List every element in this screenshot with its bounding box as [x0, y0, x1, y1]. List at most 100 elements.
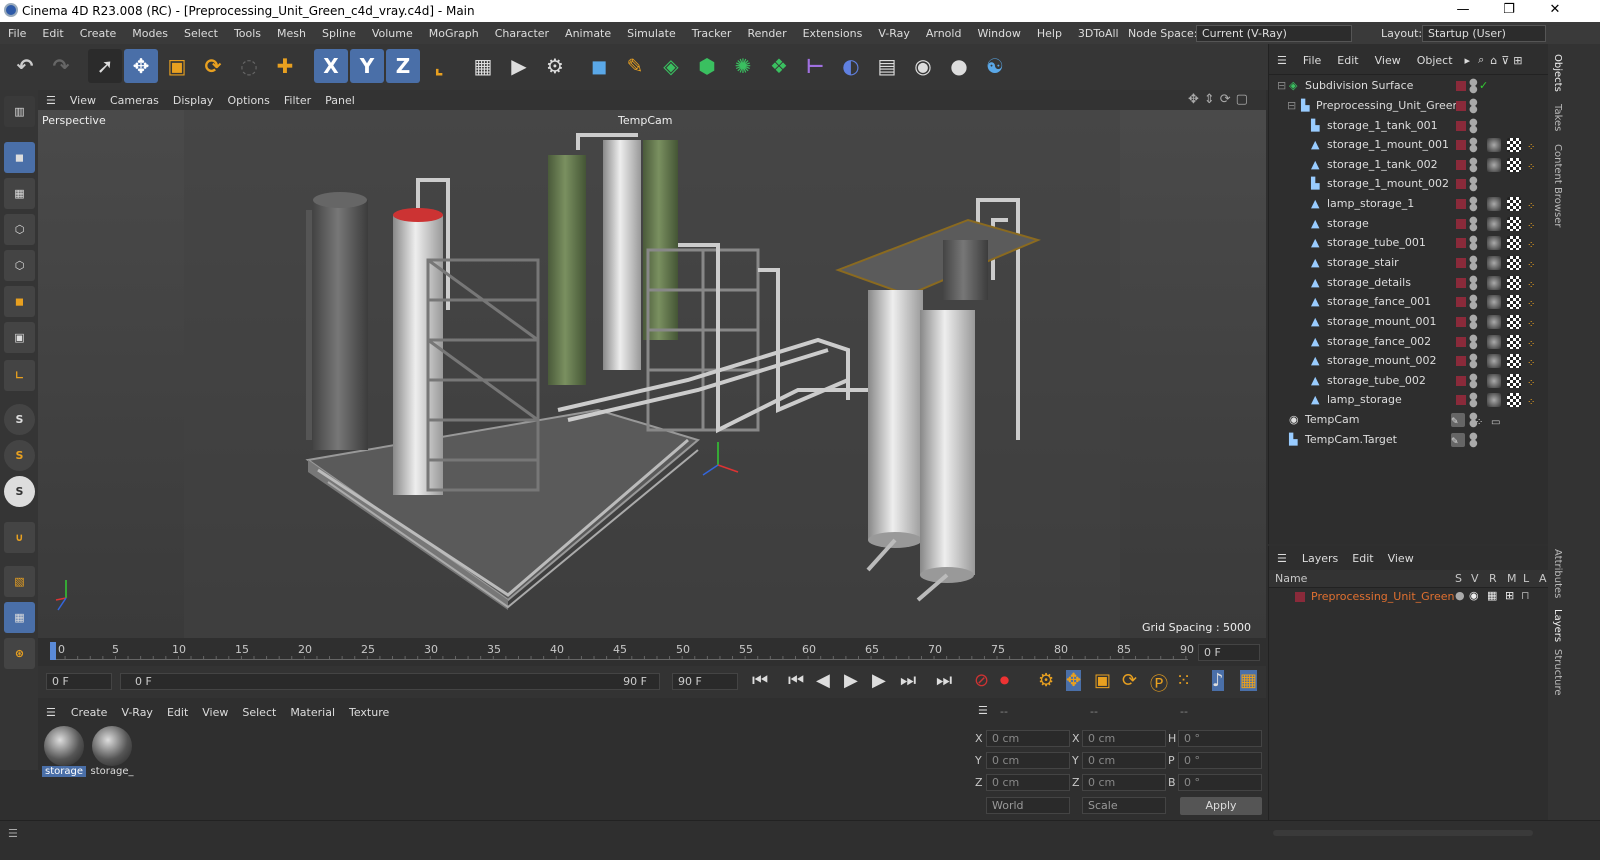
polygons-mode-icon[interactable]: ◼ [4, 286, 35, 317]
material-swatch[interactable]: storage [42, 726, 86, 782]
snap-icon[interactable]: S [4, 404, 35, 435]
object-menu-file[interactable]: File [1295, 54, 1329, 67]
uvw-tag-icon[interactable] [1507, 315, 1521, 329]
edges-mode-icon[interactable]: ⬡ [4, 250, 35, 281]
rotate-tool-icon[interactable]: ⟳ [196, 49, 230, 83]
workplane-icon[interactable]: ▧ [4, 566, 35, 597]
render-settings-icon[interactable]: ⚙ [538, 49, 572, 83]
menu-simulate[interactable]: Simulate [619, 27, 684, 40]
transform-icon[interactable]: ✚ [268, 49, 302, 83]
viewport-menu-panel[interactable]: Panel [318, 94, 362, 107]
uvw-tag-icon[interactable] [1507, 393, 1521, 407]
cube-icon[interactable]: ◼ [582, 49, 616, 83]
visibility-dots-icon[interactable]: ● ● [1469, 216, 1478, 233]
coordinate-system-icon[interactable]: ⌞ [422, 49, 456, 83]
menu-mesh[interactable]: Mesh [269, 27, 314, 40]
layers-scrollbar[interactable] [1273, 830, 1533, 836]
visibility-dots-icon[interactable]: ● ● [1469, 98, 1478, 115]
locked-workplane-icon[interactable]: ⊛ [4, 638, 35, 669]
checkmark-icon[interactable]: ✓ [1479, 76, 1488, 95]
layers-column-manager[interactable]: M [1507, 572, 1517, 585]
uvw-tag-icon[interactable] [1507, 217, 1521, 231]
visibility-dots-icon[interactable]: ● ● [1469, 314, 1478, 331]
position-y-field[interactable]: 0 cm [986, 752, 1070, 769]
material-menu-edit[interactable]: Edit [160, 706, 195, 719]
axis-mode-icon[interactable]: ∟ [4, 360, 35, 391]
object-row[interactable]: ▲ storage_1_tank_002 ● ● ⁘ [1269, 155, 1549, 174]
layers-menu-layers[interactable]: Layers [1295, 552, 1345, 565]
z-axis-button[interactable]: Z [386, 49, 420, 83]
uvw-tag-icon[interactable] [1507, 256, 1521, 270]
viewport-menu-filter[interactable]: Filter [277, 94, 318, 107]
material-tag-icon[interactable] [1487, 236, 1501, 250]
timeline-mode-icon[interactable]: ♪ [1212, 670, 1224, 691]
autokey-icon[interactable]: ⏺ [1000, 670, 1009, 691]
redo-icon[interactable]: ↷ [44, 49, 78, 83]
material-tag-icon[interactable] [1487, 197, 1501, 211]
menu-render[interactable]: Render [739, 27, 794, 40]
material-tag-icon[interactable] [1487, 138, 1501, 152]
uvw-tag-icon[interactable] [1507, 197, 1521, 211]
light-icon[interactable]: ● [942, 49, 976, 83]
render-view-icon[interactable]: ▦ [466, 49, 500, 83]
visibility-dots-icon[interactable]: ● ● [1469, 275, 1478, 292]
camera-icon[interactable]: ◉ [906, 49, 940, 83]
vray-tag-icon[interactable]: ⁘ [1527, 236, 1541, 251]
layers-column-locked[interactable]: L [1523, 572, 1529, 585]
material-menu-view[interactable]: View [195, 706, 235, 719]
apply-button[interactable]: Apply [1180, 797, 1262, 815]
viewport-menu-options[interactable]: Options [220, 94, 276, 107]
go-to-start-icon[interactable]: ⏮ [752, 670, 768, 691]
visibility-dots-icon[interactable]: ● ● [1469, 157, 1478, 174]
vray-tag-icon[interactable]: ⁘ [1527, 256, 1541, 271]
scale-tool-icon[interactable]: ▣ [160, 49, 194, 83]
viewport[interactable]: Perspective TempCam Grid Spacing : 5000 … [38, 110, 1266, 647]
layers-hamburger-icon[interactable]: ☰ [1269, 552, 1295, 565]
target-tag-icon[interactable]: ⁘ [1475, 413, 1489, 428]
vray-tag-icon[interactable]: ⁘ [1527, 295, 1541, 310]
object-row-subdivision-surface[interactable]: ⊟ ◈ Subdivision Surface ● ● ✓ [1269, 76, 1549, 95]
object-menu-view[interactable]: View [1367, 54, 1409, 67]
python-icon[interactable]: ☯ [978, 49, 1012, 83]
material-hamburger-icon[interactable]: ☰ [38, 706, 64, 719]
start-frame-field[interactable]: 0 F [46, 673, 112, 690]
position-z-field[interactable]: 0 cm [986, 774, 1070, 791]
size-x-field[interactable]: 0 cm [1082, 730, 1166, 747]
render-picture-viewer-icon[interactable]: ▶ [502, 49, 536, 83]
object-row[interactable]: ▲ lamp_storage_1 ● ● ⁘ [1269, 194, 1549, 213]
magnet-icon[interactable]: ∪ [4, 522, 35, 553]
previous-frame-icon[interactable]: ◀ [816, 670, 830, 691]
menu-mograph[interactable]: MoGraph [421, 27, 487, 40]
uvw-tag-icon[interactable] [1507, 295, 1521, 309]
solo-icon[interactable]: ● [1455, 589, 1465, 602]
edit-tag-icon[interactable]: ✎ [1451, 413, 1465, 427]
layers-column-name[interactable]: Name [1275, 572, 1307, 585]
filter-icon[interactable]: ⊽ [1499, 54, 1511, 67]
uvw-tag-icon[interactable] [1507, 236, 1521, 250]
undo-icon[interactable]: ↶ [8, 49, 42, 83]
x-axis-button[interactable]: X [314, 49, 348, 83]
visibility-dots-icon[interactable]: ● ● [1469, 118, 1478, 135]
vray-tag-icon[interactable]: ⁘ [1527, 197, 1541, 212]
mograph-cubes-icon[interactable]: ❖ [762, 49, 796, 83]
material-menu-create[interactable]: Create [64, 706, 115, 719]
vray-tag-icon[interactable]: ⁘ [1527, 158, 1541, 173]
layer-row[interactable]: Preprocessing_Unit_Green ● ◉ ▦ ⊞ ⊓ [1269, 588, 1549, 606]
visibility-dots-icon[interactable]: ● ● [1469, 334, 1478, 351]
vray-tag-icon[interactable]: ⁘ [1527, 354, 1541, 369]
vray-tag-icon[interactable]: ⁘ [1527, 315, 1541, 330]
maximize-button[interactable]: ❐ [1486, 0, 1532, 22]
object-row-preprocessing-unit[interactable]: ⊟ ▙ Preprocessing_Unit_Green ● ● [1269, 96, 1549, 115]
coord-mode-select[interactable]: Scale [1082, 797, 1166, 814]
texture-mode-icon[interactable]: ▦ [4, 178, 35, 209]
pen-icon[interactable]: ✎ [618, 49, 652, 83]
object-row[interactable]: ▲ storage_stair ● ● ⁘ [1269, 253, 1549, 272]
material-tag-icon[interactable] [1487, 158, 1501, 172]
go-to-end-icon[interactable]: ⏭ [936, 670, 952, 691]
points-mode-icon[interactable]: ⬡ [4, 214, 35, 245]
next-key-icon[interactable]: ⏭ [900, 670, 916, 691]
tab-objects[interactable]: Objects [1552, 54, 1563, 92]
subdivision-icon[interactable]: ◈ [654, 49, 688, 83]
viewport-nav-icons[interactable]: ✥⇕⟳▢ [1188, 92, 1253, 107]
object-row-tempcam[interactable]: ◉ TempCam ✎ ● ● ⁘ ▭ [1269, 410, 1549, 429]
